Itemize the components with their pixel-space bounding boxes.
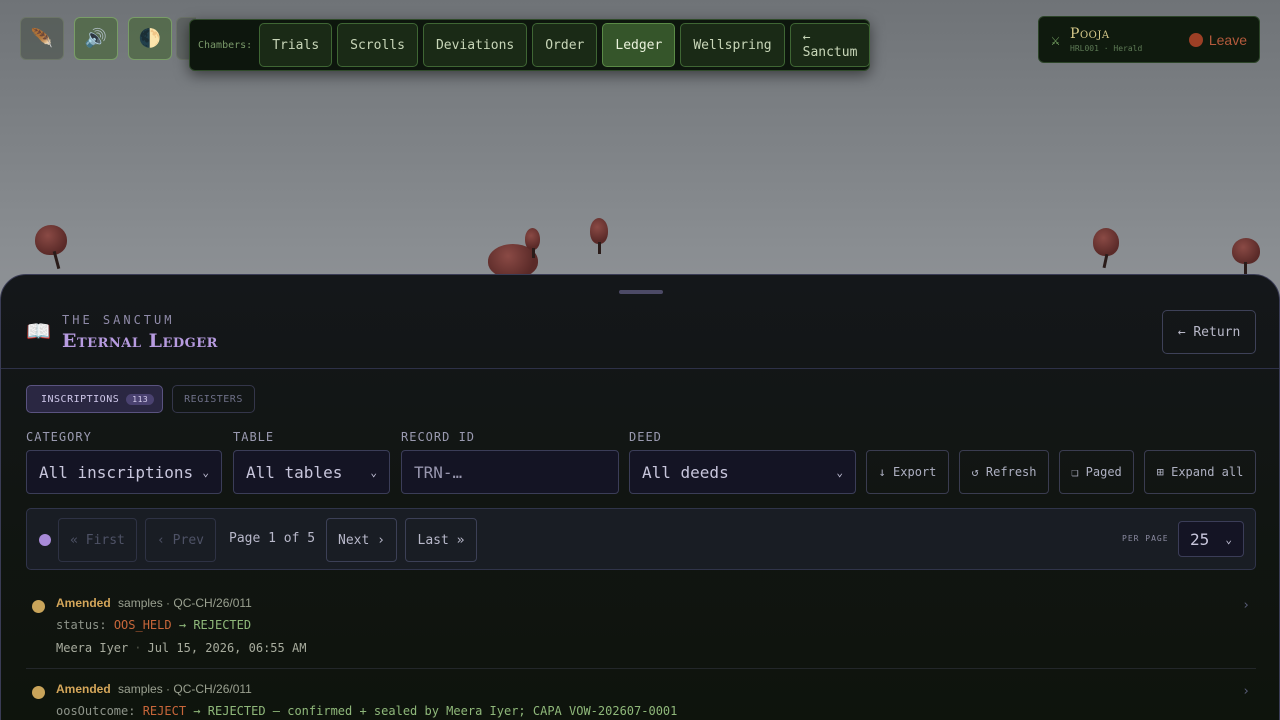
chamber-scrolls[interactable]: Scrolls — [337, 23, 418, 67]
entry-timestamp: Jul 15, 2026, 06:55 AM — [147, 641, 307, 655]
entry-context: samples · QC-CH/26/011 — [118, 682, 252, 696]
quill-button[interactable]: 🪶 — [20, 17, 64, 60]
chevron-down-icon: ⌄ — [1225, 532, 1232, 546]
user-role: HRL001 · Herald — [1070, 44, 1143, 53]
tree-decoration — [35, 225, 67, 270]
chevron-down-icon: ⌄ — [202, 465, 209, 479]
sound-button[interactable]: 🔊 — [74, 17, 118, 60]
entry-context: samples · QC-CH/26/011 — [118, 596, 252, 610]
first-page-button[interactable]: « First — [58, 518, 137, 562]
tree-decoration — [525, 228, 541, 258]
chamber-ledger[interactable]: Ledger — [602, 23, 676, 67]
tree-decoration — [1093, 228, 1119, 269]
chevron-right-icon[interactable]: › — [1242, 598, 1250, 613]
entry-change: oosOutcome: REJECT → REJECTED — confirme… — [56, 704, 678, 718]
deed-value: All deeds — [642, 462, 729, 482]
entry-to-value: REJECTED — confirmed + sealed by Meera I… — [207, 704, 678, 718]
status-dot-icon — [39, 534, 51, 546]
category-value: All inscriptions — [39, 462, 194, 482]
chamber-wellspring[interactable]: Wellspring — [680, 23, 785, 67]
table-select[interactable]: All tables ⌄ — [233, 450, 390, 494]
speaker-icon: 🔊 — [84, 28, 108, 49]
inscriptions-count-badge: 113 — [126, 393, 155, 405]
page-indicator: Page 1 of 5 — [229, 531, 316, 546]
arrow-right-icon: → — [193, 704, 201, 718]
entry-field: oosOutcome — [56, 704, 129, 718]
table-label: TABLE — [233, 430, 275, 444]
leave-dot-icon — [1188, 32, 1203, 47]
book-icon: 📖 — [26, 319, 51, 343]
ledger-entry[interactable]: Amended samples · QC-CH/26/011 oosOutcom… — [26, 675, 1256, 720]
entry-change: status: OOS_HELD → REJECTED — [56, 618, 252, 632]
refresh-button[interactable]: ↺ Refresh — [959, 450, 1049, 494]
record-id-input[interactable]: TRN-… — [401, 450, 619, 494]
leave-button[interactable]: Leave — [1188, 31, 1247, 48]
per-page-label: PER PAGE — [1122, 534, 1169, 543]
tab-inscriptions[interactable]: INSCRIPTIONS 113 — [26, 385, 163, 413]
category-label: CATEGORY — [26, 430, 92, 444]
ledger-panel: 📖 THE SANCTUM Eternal Ledger ← Return IN… — [0, 274, 1280, 720]
per-page-value: 25 — [1190, 529, 1210, 549]
panel-header: 📖 THE SANCTUM Eternal Ledger ← Return — [1, 275, 1279, 369]
moon-icon: 🌓 — [138, 28, 162, 49]
ledger-entry[interactable]: Amended samples · QC-CH/26/011 status: O… — [26, 589, 1256, 669]
top-controls: 🪶 🔊 🌓 — [20, 17, 172, 60]
chamber-order[interactable]: Order — [532, 23, 598, 67]
entry-header: Amended samples · QC-CH/26/011 — [56, 596, 252, 610]
entry-from-value: REJECT — [142, 704, 187, 718]
next-page-button[interactable]: Next › — [326, 518, 397, 562]
entry-from-value: OOS_HELD — [113, 618, 172, 632]
pager-bar: « First ‹ Prev Page 1 of 5 Next › Last »… — [26, 508, 1256, 570]
tab-registers[interactable]: REGISTERS — [172, 385, 255, 413]
chambers-nav: Chambers: Trials Scrolls Deviations Orde… — [189, 19, 871, 71]
chambers-label: Chambers: — [198, 39, 253, 51]
entry-author: Meera Iyer — [56, 641, 129, 655]
deed-select[interactable]: All deeds ⌄ — [629, 450, 856, 494]
export-button[interactable]: ↓ Export — [866, 450, 949, 494]
last-page-button[interactable]: Last » — [405, 518, 477, 562]
swords-icon: ⚔ — [1051, 30, 1061, 49]
tree-decoration — [1232, 238, 1260, 274]
entry-header: Amended samples · QC-CH/26/011 — [56, 682, 252, 696]
deed-dot-icon — [32, 686, 45, 699]
leave-label: Leave — [1208, 31, 1247, 48]
entry-meta: Meera Iyer · Jul 15, 2026, 06:55 AM — [56, 641, 307, 655]
chamber-trials[interactable]: Trials — [259, 23, 333, 67]
return-button[interactable]: ← Return — [1162, 310, 1256, 354]
paged-button[interactable]: ❏ Paged — [1059, 450, 1134, 494]
user-info: Pooja HRL001 · Herald — [1070, 26, 1142, 53]
expand-all-button[interactable]: ⊞ Expand all — [1144, 450, 1256, 494]
table-value: All tables — [246, 462, 343, 482]
quill-icon: 🪶 — [30, 28, 54, 49]
entry-to-value: REJECTED — [193, 618, 252, 632]
category-select[interactable]: All inscriptions ⌄ — [26, 450, 222, 494]
chamber-sanctum[interactable]: ← Sanctum — [789, 23, 871, 67]
chevron-down-icon: ⌄ — [836, 465, 843, 479]
chamber-deviations[interactable]: Deviations — [422, 23, 528, 67]
deed-dot-icon — [32, 600, 45, 613]
tree-decoration — [590, 218, 608, 254]
user-name: Pooja — [1070, 26, 1110, 42]
chevron-down-icon: ⌄ — [370, 465, 377, 479]
panel-title: Eternal Ledger — [62, 330, 218, 352]
arrow-right-icon: → — [178, 618, 187, 632]
chevron-right-icon[interactable]: › — [1242, 684, 1250, 699]
record-id-placeholder: TRN-… — [414, 462, 463, 482]
prev-page-button[interactable]: ‹ Prev — [145, 518, 216, 562]
deed-label: DEED — [629, 430, 662, 444]
entry-deed: Amended — [56, 682, 111, 696]
entry-field: status — [56, 618, 100, 632]
theme-button[interactable]: 🌓 — [128, 17, 172, 60]
per-page-select[interactable]: 25 ⌄ — [1178, 521, 1244, 557]
panel-eyebrow: THE SANCTUM — [62, 313, 175, 327]
entry-deed: Amended — [56, 596, 111, 610]
user-pill: ⚔ Pooja HRL001 · Herald Leave — [1038, 16, 1260, 63]
tab-inscriptions-label: INSCRIPTIONS — [41, 393, 120, 405]
record-id-label: RECORD ID — [401, 430, 476, 444]
